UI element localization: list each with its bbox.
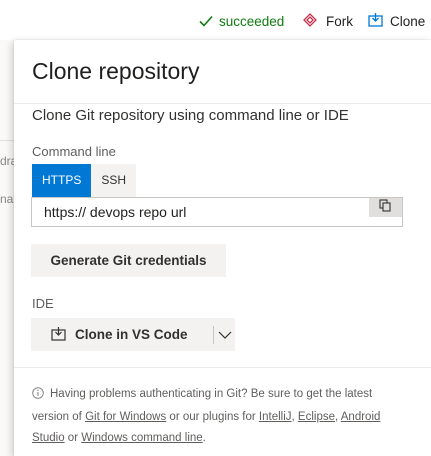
divider bbox=[14, 103, 431, 104]
fork-icon bbox=[301, 12, 319, 30]
panel-subtitle: Clone Git repository using command line … bbox=[32, 107, 349, 124]
underlay-text: nal bbox=[0, 192, 14, 206]
windows-command-line-link[interactable]: Windows command line bbox=[81, 432, 202, 444]
underlay-text: dra bbox=[0, 154, 14, 168]
command-line-label: Command line bbox=[32, 144, 116, 159]
eclipse-link[interactable]: Eclipse bbox=[298, 411, 335, 423]
help-middle: or our plugins for bbox=[166, 411, 259, 423]
clone-icon bbox=[368, 12, 383, 30]
clone-url-field[interactable]: https:// devops repo url bbox=[31, 197, 403, 227]
clone-in-vscode-button[interactable]: Clone in VS Code bbox=[31, 318, 235, 351]
help-text: Having problems authenticating in Git? B… bbox=[32, 384, 404, 449]
info-icon bbox=[32, 386, 44, 407]
fork-button[interactable]: Fork bbox=[301, 12, 353, 30]
underlying-page: dra nal bbox=[0, 40, 14, 456]
clone-label: Clone bbox=[390, 13, 426, 29]
protocol-tabs: HTTPS SSH bbox=[32, 164, 137, 197]
ide-label: IDE bbox=[32, 296, 54, 311]
top-toolbar: succeeded Fork Clone bbox=[0, 0, 431, 40]
generate-git-credentials-button[interactable]: Generate Git credentials bbox=[31, 244, 226, 277]
pipeline-status[interactable]: succeeded bbox=[199, 12, 284, 30]
tab-https[interactable]: HTTPS bbox=[32, 164, 92, 197]
divider bbox=[0, 140, 14, 141]
panel-title: Clone repository bbox=[32, 58, 200, 84]
clone-button[interactable]: Clone bbox=[368, 12, 425, 30]
copy-icon bbox=[379, 198, 392, 217]
clone-url-value[interactable]: https:// devops repo url bbox=[44, 204, 186, 220]
ide-options-dropdown[interactable] bbox=[214, 318, 235, 351]
status-label: succeeded bbox=[219, 13, 285, 29]
clone-repository-panel: Clone repository Clone Git repository us… bbox=[14, 40, 431, 456]
tab-ssh[interactable]: SSH bbox=[91, 164, 137, 197]
clone-in-vscode-label: Clone in VS Code bbox=[75, 327, 188, 342]
intellij-link[interactable]: IntelliJ bbox=[259, 411, 292, 423]
divider bbox=[14, 367, 431, 368]
clone-vscode-icon bbox=[51, 326, 66, 344]
chevron-down-icon bbox=[218, 327, 232, 342]
check-icon bbox=[199, 15, 213, 27]
help-suffix: . bbox=[202, 432, 206, 444]
copy-url-button[interactable] bbox=[369, 198, 402, 217]
help-sep: or bbox=[64, 432, 82, 444]
git-for-windows-link[interactable]: Git for Windows bbox=[85, 411, 166, 423]
clone-in-vscode-main[interactable]: Clone in VS Code bbox=[31, 318, 201, 351]
fork-label: Fork bbox=[326, 13, 353, 29]
